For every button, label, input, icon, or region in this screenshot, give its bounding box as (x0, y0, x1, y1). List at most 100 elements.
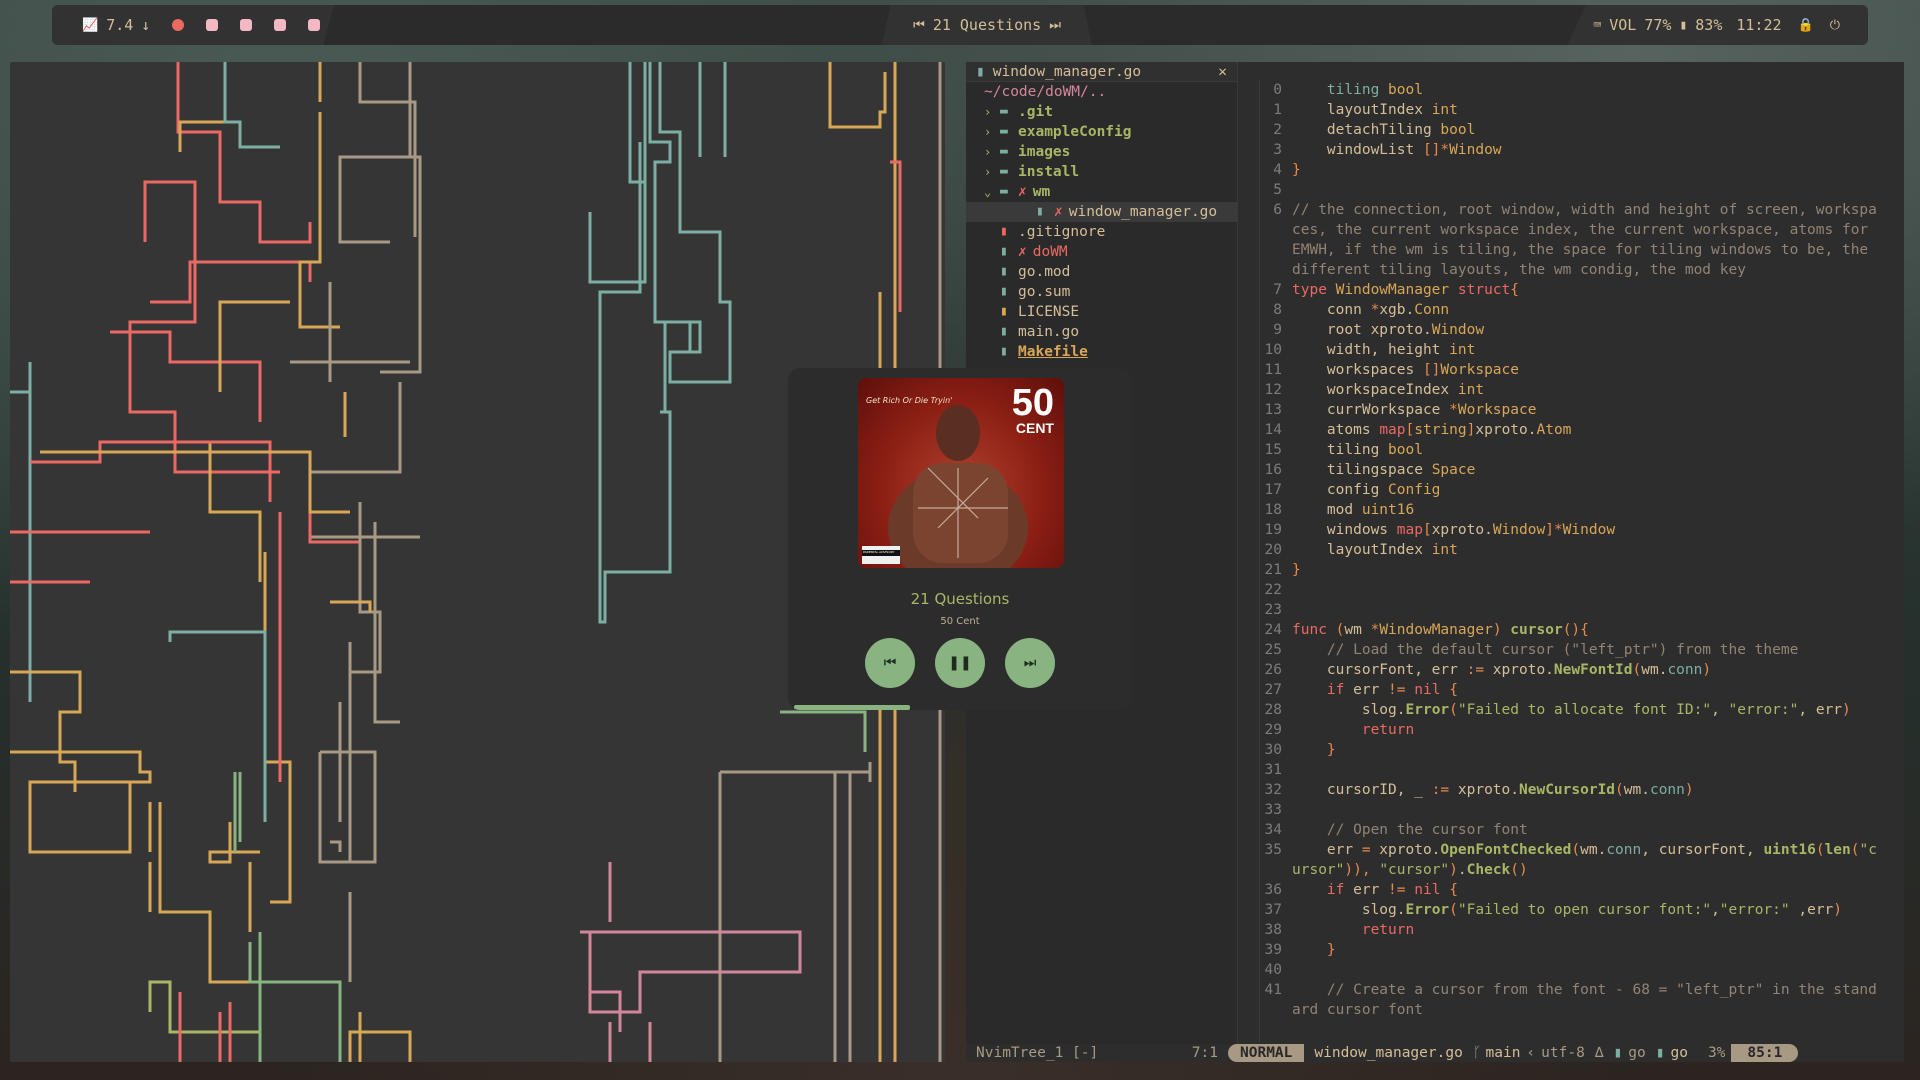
code-line[interactable]: ursor")), "cursor").Check() (1248, 860, 1904, 880)
tree-item-license[interactable]: ▮ LICENSE (966, 302, 1237, 322)
code-line[interactable]: 5 (1248, 180, 1904, 200)
code-line[interactable]: 0 tiling bool (1248, 80, 1904, 100)
line-number: 5 (1273, 182, 1282, 198)
tree-item-go-mod[interactable]: ▮ go.mod (966, 262, 1237, 282)
line-text: // Open the cursor font (1326, 822, 1528, 838)
code-line[interactable]: EMWH, if the wm is tiling, the space for… (1248, 240, 1904, 260)
line-number: 19 (1264, 522, 1282, 538)
code-line[interactable]: 23 (1248, 600, 1904, 620)
tree-item-install[interactable]: › ▬ install (966, 162, 1237, 182)
code-line[interactable]: 18 mod uint16 (1248, 500, 1904, 520)
code-line[interactable]: 24 func (wm *WindowManager) cursor(){ (1248, 620, 1904, 640)
vol-value[interactable]: 77% (1644, 16, 1671, 34)
code-line[interactable]: 16 tilingspace Space (1248, 460, 1904, 480)
code-line[interactable]: 19 windows map[xproto.Window]*Window (1248, 520, 1904, 540)
code-line[interactable]: 20 layoutIndex int (1248, 540, 1904, 560)
workspace-1[interactable] (172, 19, 185, 31)
line-text: // the connection, root window, width an… (1292, 202, 1877, 218)
code-line[interactable]: 14 atoms map[string]xproto.Atom (1248, 420, 1904, 440)
code-line[interactable]: 17 config Config (1248, 480, 1904, 500)
code-line[interactable]: ces, the current workspace index, the cu… (1248, 220, 1904, 240)
tree-item-main-go[interactable]: ▮ main.go (966, 322, 1237, 342)
skip-forward-icon: ⏭ (1023, 655, 1037, 671)
next-button[interactable]: ⏭ (1005, 638, 1055, 688)
power-icon[interactable]: ⏻ (1830, 18, 1840, 33)
tree-item-go-sum[interactable]: ▮ go.sum (966, 282, 1237, 302)
tab-window-manager[interactable]: ▮ window_manager.go ✕ (966, 62, 1237, 82)
code-line[interactable]: 31 (1248, 760, 1904, 780)
code-line[interactable]: 39 } (1248, 940, 1904, 960)
line-number: 0 (1273, 82, 1282, 98)
code-line[interactable]: 22 (1248, 580, 1904, 600)
code-line[interactable]: 7 type WindowManager struct{ (1248, 280, 1904, 300)
status-position: 85:1 (1731, 1044, 1799, 1062)
media-track[interactable]: 21 Questions (933, 16, 1041, 34)
tab-label[interactable]: window_manager.go (993, 64, 1141, 80)
code-line[interactable]: 29 return (1248, 720, 1904, 740)
code-line[interactable]: 13 currWorkspace *Workspace (1248, 400, 1904, 420)
tree-item-images[interactable]: › ▬ images (966, 142, 1237, 162)
code-line[interactable]: different tiling layouts, the wm condig,… (1248, 260, 1904, 280)
code-line[interactable]: 30 } (1248, 740, 1904, 760)
code-line[interactable]: 8 conn *xgb.Conn (1248, 300, 1904, 320)
code-line[interactable]: 15 tiling bool (1248, 440, 1904, 460)
line-number: 37 (1264, 902, 1282, 918)
tree-item-window-manager-go[interactable]: ▮ ✗ window_manager.go (966, 202, 1237, 222)
pause-button[interactable]: ❚❚ (935, 638, 985, 688)
previous-button[interactable]: ⏮ (865, 638, 915, 688)
tree-item--gitignore[interactable]: ▮ .gitignore (966, 222, 1237, 242)
folder-icon: ▬ (1000, 164, 1008, 179)
progress-bar[interactable] (794, 705, 911, 710)
line-text (1292, 760, 1904, 780)
code-line[interactable]: 1 layoutIndex int (1248, 100, 1904, 120)
line-text: cursorFont, err := xproto.NewFontId(wm.c… (1292, 662, 1712, 678)
lock-icon[interactable]: 🔒 (1798, 18, 1814, 33)
code-line[interactable]: 2 detachTiling bool (1248, 120, 1904, 140)
file-icon: ▮ (1000, 264, 1008, 279)
code-line[interactable]: 21} (1248, 560, 1904, 580)
code-line[interactable]: 9 root xproto.Window (1248, 320, 1904, 340)
tree-item--git[interactable]: › ▬ .git (966, 102, 1237, 122)
line-text: // Create a cursor from the font - 68 = … (1326, 982, 1877, 998)
line-text: different tiling layouts, the wm condig,… (1292, 262, 1746, 278)
workspace-2[interactable] (206, 19, 219, 31)
code-line[interactable]: 36 if err != nil { (1248, 880, 1904, 900)
tree-item-makefile[interactable]: ▮ Makefile (966, 342, 1237, 362)
code-line[interactable]: 28 slog.Error("Failed to allocate font I… (1248, 700, 1904, 720)
code-line[interactable]: 10 width, height int (1248, 340, 1904, 360)
tree-root[interactable]: ~/code/doWM/.. (966, 82, 1237, 102)
code-line[interactable]: 34 // Open the cursor font (1248, 820, 1904, 840)
code-line[interactable]: 4} (1248, 160, 1904, 180)
code-line[interactable]: 11 workspaces []Workspace (1248, 360, 1904, 380)
code-line[interactable]: 32 cursorID, _ := xproto.NewCursorId(wm.… (1248, 780, 1904, 800)
tree-item-wm[interactable]: ⌄ ▬ ✗ wm (966, 182, 1237, 202)
code-line[interactable]: 3 windowList []*Window (1248, 140, 1904, 160)
code-line[interactable]: 33 (1248, 800, 1904, 820)
vol-label[interactable]: VOL (1609, 16, 1636, 34)
code-line[interactable]: 38 return (1248, 920, 1904, 940)
topbar-right: ⌨ VOL 77% ▮ 83% 11:22 🔒 ⏻ (1567, 5, 1868, 45)
code-line[interactable]: ard cursor font (1248, 1000, 1904, 1020)
code-line[interactable]: 35 err = xproto.OpenFontChecked(wm.conn,… (1248, 840, 1904, 860)
file-icon: ▮ (1000, 344, 1008, 359)
previous-icon[interactable]: ⏮ (913, 18, 925, 33)
code-line[interactable]: 6 // the connection, root window, width a… (1248, 200, 1904, 220)
line-text: atoms map[string]xproto.Atom (1292, 422, 1572, 438)
workspace-4[interactable] (274, 19, 287, 31)
code-line[interactable]: 27 if err != nil { (1248, 680, 1904, 700)
next-icon[interactable]: ⏭ (1049, 18, 1061, 33)
code-line[interactable]: 25 // Load the default cursor ("left_ptr… (1248, 640, 1904, 660)
code-line[interactable]: 26 cursorFont, err := xproto.NewFontId(w… (1248, 660, 1904, 680)
tree-item-exampleconfig[interactable]: › ▬ exampleConfig (966, 122, 1237, 142)
line-number (1248, 240, 1292, 260)
code-buffer[interactable]: 0 tiling bool 1 layoutIndex int 2 detachTi… (1248, 80, 1904, 1042)
line-number: 36 (1264, 882, 1282, 898)
code-line[interactable]: 12 workspaceIndex int (1248, 380, 1904, 400)
code-line[interactable]: 37 slog.Error("Failed to open cursor fon… (1248, 900, 1904, 920)
code-line[interactable]: 40 (1248, 960, 1904, 980)
close-tab-icon[interactable]: ✕ (1218, 64, 1227, 80)
workspace-3[interactable] (240, 19, 253, 31)
workspace-5[interactable] (308, 19, 321, 31)
tree-item-dowm[interactable]: ▮ ✗ doWM (966, 242, 1237, 262)
code-line[interactable]: 41 // Create a cursor from the font - 68… (1248, 980, 1904, 1000)
